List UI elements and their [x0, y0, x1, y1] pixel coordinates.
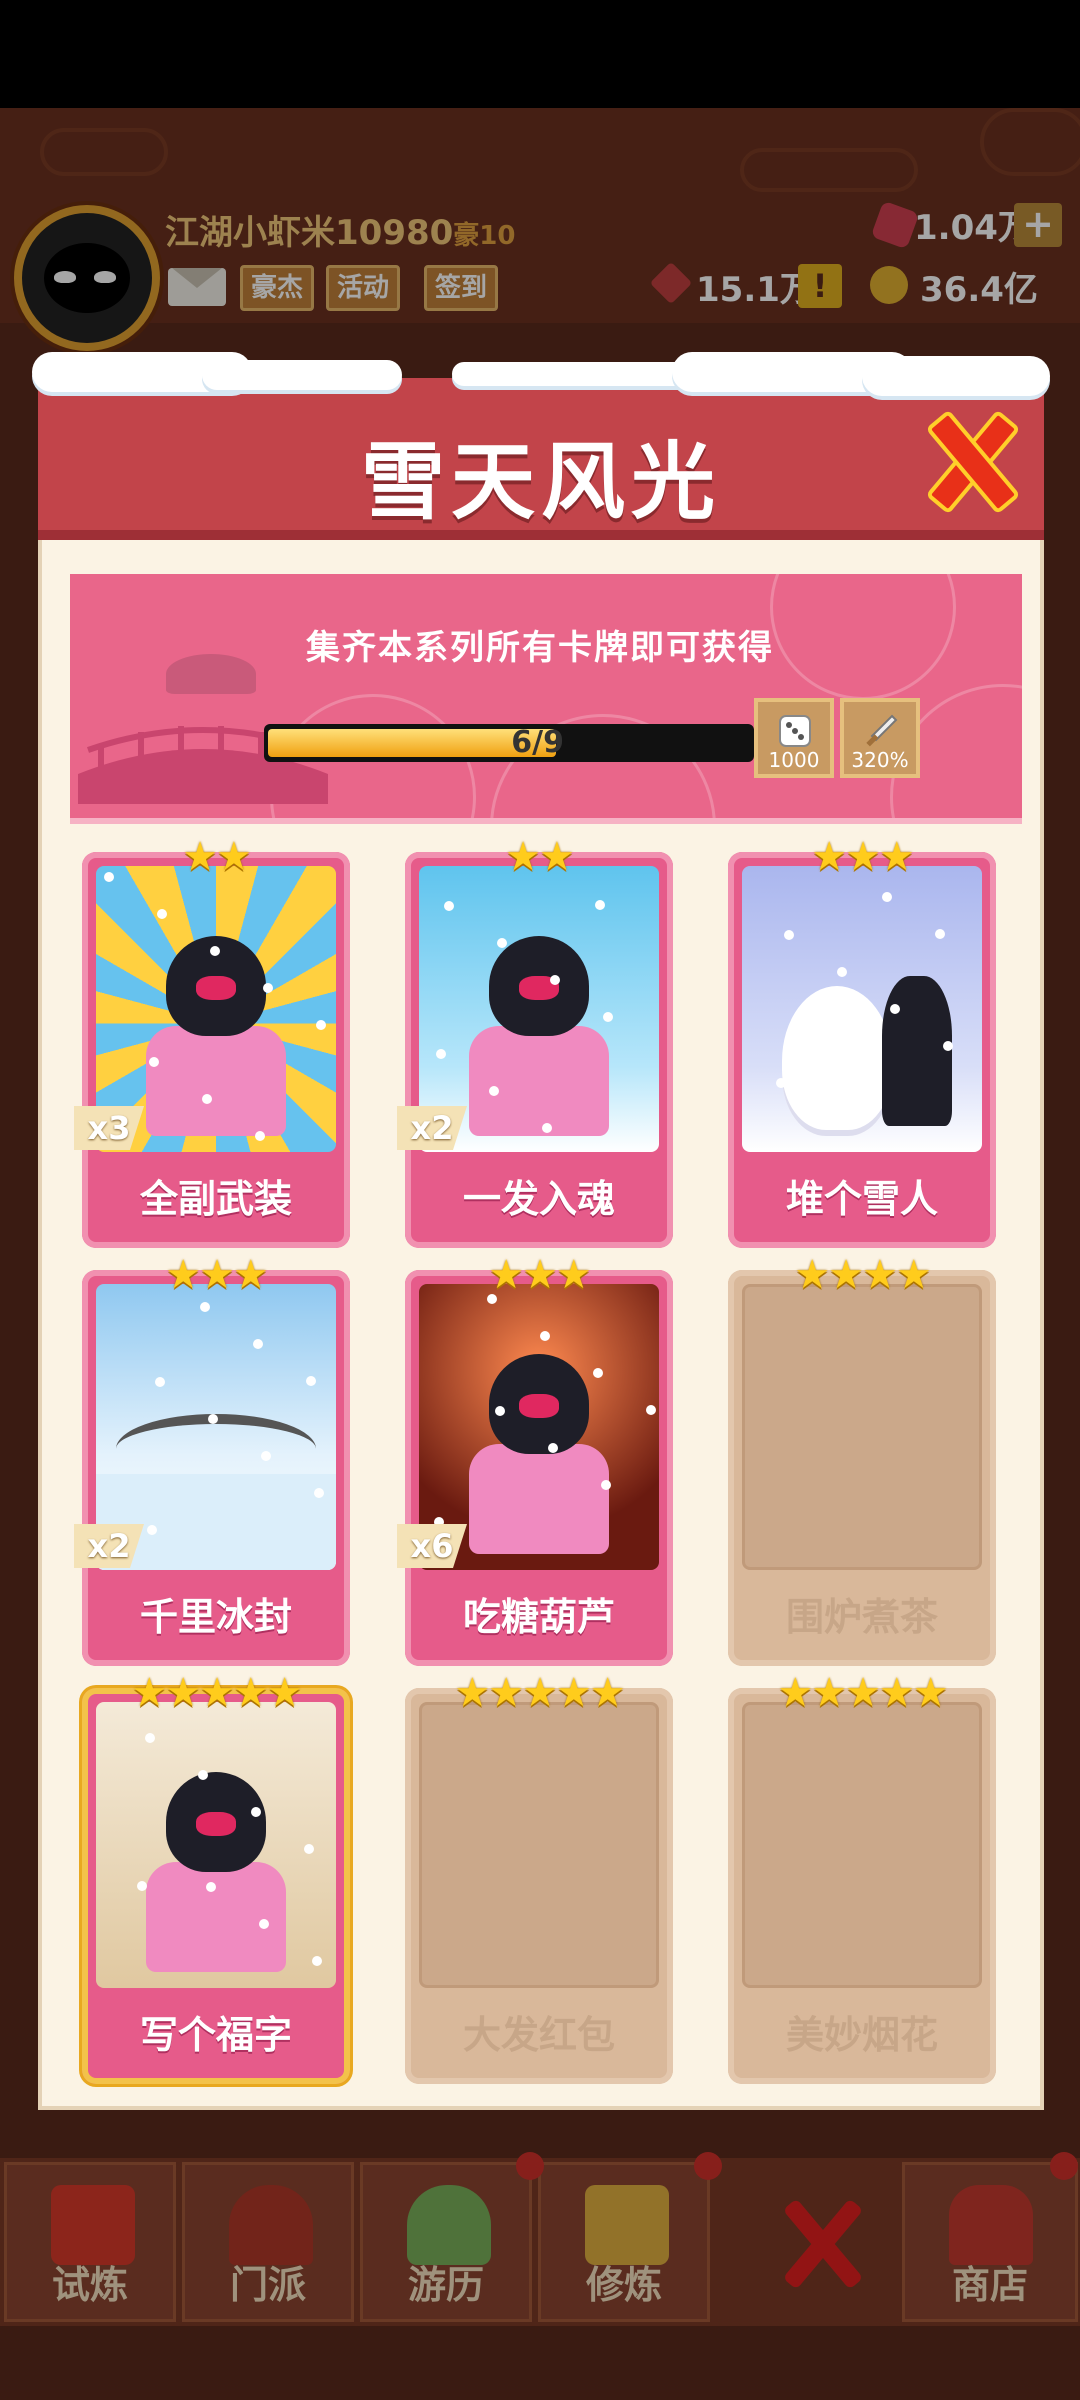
star-rating-icon: ★★ — [505, 834, 575, 880]
snowflake — [890, 1004, 900, 1014]
card-name: 全副武装 — [139, 1177, 292, 1221]
dice-icon — [779, 715, 811, 747]
snowflake — [198, 1770, 208, 1780]
snowflake — [304, 1844, 314, 1854]
snowflake — [312, 1956, 322, 1966]
snowflake — [155, 1377, 165, 1387]
snowflake — [137, 1881, 147, 1891]
snowflake — [306, 1376, 316, 1386]
star-rating-icon: ★★ — [182, 834, 252, 880]
snowflake — [202, 1094, 212, 1104]
banner-description: 集齐本系列所有卡牌即可获得 — [306, 628, 774, 668]
snowflake — [784, 930, 794, 940]
snowflake — [497, 938, 507, 948]
card-artwork — [742, 1702, 982, 1988]
snowflake — [259, 1919, 269, 1929]
snowflake — [593, 1368, 603, 1378]
snowflake — [206, 1882, 216, 1892]
snowflake — [935, 929, 945, 939]
snowflake — [255, 1131, 265, 1141]
snowflake — [489, 1086, 499, 1096]
card-artwork — [742, 1284, 982, 1570]
snowflake — [776, 1078, 786, 1088]
character-figure — [469, 1444, 609, 1554]
snowflake — [316, 1020, 326, 1030]
snowflake — [251, 1807, 261, 1817]
snowflake — [540, 1331, 550, 1341]
close-button[interactable] — [920, 410, 1016, 506]
card-name: 美妙烟花 — [785, 2013, 938, 2057]
snowflake — [837, 967, 847, 977]
sword-icon — [866, 714, 898, 747]
snowflake — [263, 983, 273, 993]
card-name: 千里冰封 — [139, 1595, 292, 1639]
card-name: 写个福字 — [139, 2013, 292, 2057]
snow-decoration — [32, 352, 1050, 396]
snowflake — [147, 1525, 157, 1535]
character-figure — [146, 1862, 286, 1972]
modal-title: 雪天风光 — [360, 433, 721, 531]
snowflake — [548, 1443, 558, 1453]
snowflake — [149, 1057, 159, 1067]
card-artwork — [419, 1702, 659, 1988]
card-name: 围炉煮茶 — [785, 1595, 938, 1639]
snowflake — [200, 1302, 210, 1312]
reward-value: 320% — [851, 748, 909, 772]
card-name: 大发红包 — [462, 2013, 615, 2057]
collection-card[interactable]: ★★★★★ 写个福字 — [82, 1670, 350, 2084]
star-rating-icon: ★★★★★ — [777, 1670, 948, 1716]
card-artwork — [96, 1702, 336, 1988]
character-figure — [469, 1026, 609, 1136]
card-name: 堆个雪人 — [785, 1177, 938, 1221]
snowflake — [145, 1733, 155, 1743]
reward-value: 1000 — [768, 748, 820, 772]
card-name: 吃糖葫芦 — [462, 1595, 615, 1639]
snowflake — [436, 1049, 446, 1059]
card-name: 一发入魂 — [462, 1177, 615, 1221]
character-figure — [882, 976, 952, 1126]
snowflake — [210, 946, 220, 956]
progress-label: 6/9 — [511, 725, 564, 760]
snowflake — [253, 1339, 263, 1349]
collection-card[interactable]: ★★★★★ 美妙烟花 — [728, 1670, 996, 2084]
snowflake — [601, 1480, 611, 1490]
snowflake — [314, 1488, 324, 1498]
collection-card[interactable]: ★★ x2 一发入魂 — [397, 834, 673, 1248]
character-figure — [196, 1812, 236, 1836]
snowflake — [646, 1405, 656, 1415]
collection-card[interactable]: ★★★ x2 千里冰封 — [74, 1252, 350, 1666]
collection-card[interactable]: ★★★★ 围炉煮茶 — [728, 1252, 996, 1666]
collection-card[interactable]: ★★★ x6 吃糖葫芦 — [397, 1252, 673, 1666]
snowflake — [444, 901, 454, 911]
collection-card[interactable]: ★★ x3 全副武装 — [74, 834, 350, 1248]
snowflake — [603, 1012, 613, 1022]
star-rating-icon: ★★★★★ — [454, 1670, 625, 1716]
snowflake — [882, 892, 892, 902]
snowflake — [943, 1041, 953, 1051]
character-figure — [146, 1026, 286, 1136]
snowflake — [157, 909, 167, 919]
star-rating-icon: ★★★ — [488, 1252, 592, 1298]
collection-card[interactable]: ★★★★★ 大发红包 — [405, 1670, 673, 2084]
star-rating-icon: ★★★★ — [794, 1252, 931, 1298]
star-rating-icon: ★★★ — [165, 1252, 269, 1298]
reward-dice[interactable]: 1000 — [754, 698, 834, 778]
snowflake — [829, 1115, 839, 1125]
card-artwork — [742, 866, 982, 1152]
character-figure — [196, 976, 236, 1000]
collection-card[interactable]: ★★★ 堆个雪人 — [728, 834, 996, 1248]
snowman-figure — [782, 986, 892, 1136]
star-rating-icon: ★★★ — [811, 834, 915, 880]
snowflake — [208, 1414, 218, 1424]
snowflake — [550, 975, 560, 985]
character-figure — [519, 1394, 559, 1418]
snowflake — [495, 1406, 505, 1416]
star-rating-icon: ★★★★★ — [131, 1670, 302, 1716]
snowflake — [595, 900, 605, 910]
reward-sword[interactable]: 320% — [840, 698, 920, 778]
snowflake — [542, 1123, 552, 1133]
snowflake — [261, 1451, 271, 1461]
